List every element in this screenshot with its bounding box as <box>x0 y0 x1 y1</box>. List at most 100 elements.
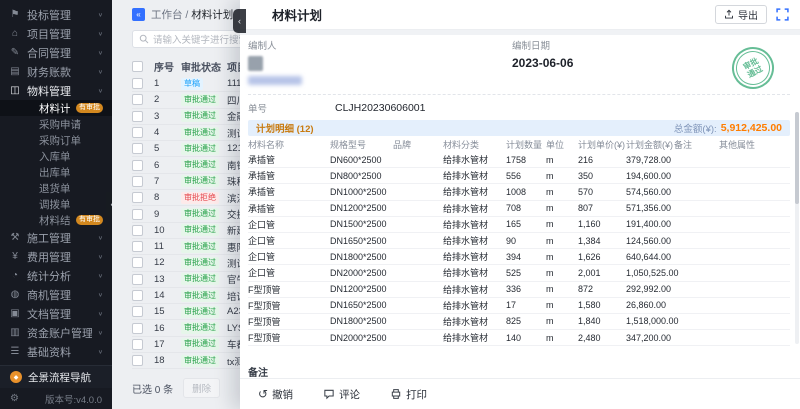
delete-button[interactable]: 删除 <box>183 378 220 398</box>
building-icon: ⌂ <box>9 28 21 39</box>
row-checkbox[interactable] <box>132 225 143 236</box>
sidebar-item[interactable]: ⚒ 施工管理 ∨ <box>0 228 112 247</box>
material-category: 给排水管材 <box>443 283 506 296</box>
table-row[interactable]: 承插管 DN1200*2500 给排水管材 708 m 807 571,356.… <box>248 201 790 217</box>
sidebar-item[interactable]: ⌂ 项目管理 ∨ <box>0 24 112 43</box>
row-checkbox[interactable] <box>132 241 143 252</box>
drawer-footer: ↺ 撤销 评论 打印 <box>240 378 800 409</box>
spec-model: DN2000*2500 <box>330 268 393 278</box>
sidebar-item[interactable]: 材料计划 有审批 <box>0 100 112 116</box>
scrollbar-track[interactable] <box>795 112 799 344</box>
date-label: 编制日期 <box>512 38 573 52</box>
sidebar-item[interactable]: 出库单 <box>0 164 112 180</box>
row-checkbox[interactable] <box>132 355 143 366</box>
row-checkbox[interactable] <box>132 176 143 187</box>
detail-drawer: ‹ 材料计划 导出 编制人 <box>240 0 800 409</box>
plan-unit-price: 350 <box>578 171 626 181</box>
sidebar-item[interactable]: 退货单 <box>0 180 112 196</box>
row-checkbox[interactable] <box>132 306 143 317</box>
plan-amount: 1,518,000.00 <box>626 316 674 326</box>
undo-button[interactable]: ↺ 撤销 <box>258 387 293 402</box>
page-title: 材料计划 <box>272 5 322 24</box>
unit: m <box>546 155 578 165</box>
unit: m <box>546 316 578 326</box>
fullscreen-icon[interactable] <box>776 8 790 22</box>
sidebar-item[interactable]: 入库单 <box>0 148 112 164</box>
row-checkbox[interactable] <box>132 192 143 203</box>
sidebar-item[interactable]: ◫ 物料管理 ∨ <box>0 81 112 100</box>
sidebar-item[interactable]: ◔ 统计分析 ∨ <box>0 266 112 285</box>
sidebar-collapse-handle[interactable]: ‹ <box>106 192 112 216</box>
table-row[interactable]: 企口管 DN1800*2500 给排水管材 394 m 1,626 640,64… <box>248 249 790 265</box>
table-row[interactable]: F型顶管 DN2000*2500 给排水管材 140 m 2,480 347,2… <box>248 330 790 346</box>
sidebar-item[interactable]: ✎ 合同管理 ∨ <box>0 43 112 62</box>
row-number: 5 <box>154 143 181 154</box>
breadcrumb-root[interactable]: 工作台 <box>151 9 183 21</box>
status-badge: 审批通过 <box>181 273 219 285</box>
row-checkbox[interactable] <box>132 143 143 154</box>
row-checkbox[interactable] <box>132 339 143 350</box>
table-row[interactable]: F型顶管 DN1650*2500 给排水管材 17 m 1,580 26,860… <box>248 298 790 314</box>
row-checkbox[interactable] <box>132 111 143 122</box>
table-column-header: 其他属性 <box>719 138 790 151</box>
export-button[interactable]: 导出 <box>715 5 767 24</box>
table-row[interactable]: 企口管 DN1650*2500 给排水管材 90 m 1,384 124,560… <box>248 233 790 249</box>
row-checkbox[interactable] <box>132 257 143 268</box>
table-row[interactable]: 企口管 DN2000*2500 给排水管材 525 m 2,001 1,050,… <box>248 265 790 281</box>
table-row[interactable]: 企口管 DN1500*2500 给排水管材 165 m 1,160 191,40… <box>248 217 790 233</box>
comment-button[interactable]: 评论 <box>323 387 360 402</box>
table-row[interactable]: F型顶管 DN1800*2500 给排水管材 825 m 1,840 1,518… <box>248 314 790 330</box>
date-value: 2023-06-06 <box>512 56 573 70</box>
table-row[interactable]: 承插管 DN1000*2500 给排水管材 1008 m 570 574,560… <box>248 184 790 200</box>
sidebar-item[interactable]: ▣ 文档管理 ∨ <box>0 304 112 323</box>
select-all-checkbox[interactable] <box>132 61 143 72</box>
remark-section: 备注 暂无备注 <box>248 364 790 378</box>
sidebar-item[interactable]: 材料结算单 有审批 <box>0 212 112 228</box>
breadcrumb-current: 材料计划 <box>191 9 233 21</box>
row-number: 3 <box>154 111 181 122</box>
sidebar-item-process-navigation[interactable]: ◆ 全景流程导航 <box>0 365 112 388</box>
gear-icon[interactable]: ⚙ <box>10 393 19 404</box>
material-category: 给排水管材 <box>443 299 506 312</box>
status-badge: 审批通过 <box>181 94 219 106</box>
table-column-header: 计划数量 <box>506 138 546 151</box>
material-name: F型顶管 <box>248 299 330 312</box>
sidebar-item[interactable]: ▥ 资金账户管理 ∨ <box>0 323 112 342</box>
row-checkbox[interactable] <box>132 290 143 301</box>
sidebar-item[interactable]: ☰ 基础资料 ∨ <box>0 342 112 361</box>
row-checkbox[interactable] <box>132 78 143 89</box>
row-checkbox[interactable] <box>132 160 143 171</box>
contract-icon: ✎ <box>9 47 21 58</box>
row-checkbox[interactable] <box>132 127 143 138</box>
sidebar-item[interactable]: ⚑ 投标管理 ∨ <box>0 5 112 24</box>
sidebar-item[interactable]: 采购订单 <box>0 132 112 148</box>
search-placeholder: 请输入关键字进行搜索 <box>153 32 248 46</box>
table-row[interactable]: 承插管 DN600*2500 给排水管材 1758 m 216 379,728.… <box>248 152 790 168</box>
unit: m <box>546 187 578 197</box>
table-row[interactable]: 承插管 DN800*2500 给排水管材 556 m 350 194,600.0… <box>248 168 790 184</box>
row-checkbox[interactable] <box>132 209 143 220</box>
chevron-down-icon: ∨ <box>98 234 103 240</box>
print-button[interactable]: 打印 <box>390 387 427 402</box>
row-checkbox[interactable] <box>132 274 143 285</box>
scrollbar-thumb[interactable] <box>795 112 799 204</box>
sidebar-item[interactable]: ¥ 费用管理 ∨ <box>0 247 112 266</box>
sidebar-item[interactable]: 调拨单 <box>0 196 112 212</box>
unit: m <box>546 171 578 181</box>
status-badge: 审批通过 <box>181 159 219 171</box>
table-row[interactable]: F型顶管 DN1200*2500 给排水管材 336 m 872 292,992… <box>248 282 790 298</box>
sidebar-item[interactable]: 采购申请 <box>0 116 112 132</box>
plan-unit-price: 216 <box>578 155 626 165</box>
row-number: 17 <box>154 339 181 350</box>
drawer-collapse-handle[interactable]: ‹ <box>233 9 246 33</box>
row-number: 10 <box>154 225 181 236</box>
plan-unit-price: 1,580 <box>578 300 626 310</box>
search-icon <box>139 34 149 44</box>
sidebar-item[interactable]: ▤ 财务账款 ∨ <box>0 62 112 81</box>
row-checkbox[interactable] <box>132 94 143 105</box>
sidebar-item[interactable]: ◍ 商机管理 ∨ <box>0 285 112 304</box>
unit: m <box>546 252 578 262</box>
row-checkbox[interactable] <box>132 323 143 334</box>
sidebar: ⚑ 投标管理 ∨ ⌂ 项目管理 ∨ ✎ 合同管理 ∨ <box>0 0 112 409</box>
collapse-menu-button[interactable]: « <box>132 8 145 21</box>
